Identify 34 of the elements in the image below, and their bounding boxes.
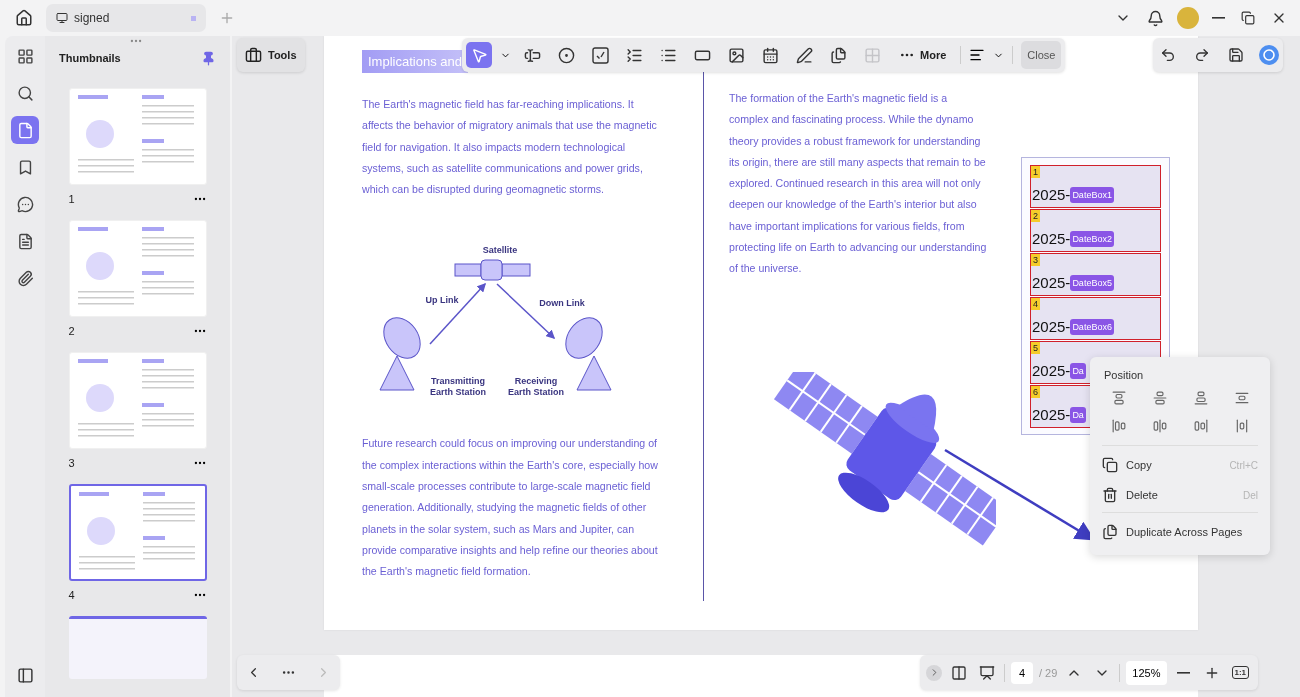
section-heading: Implications and [362, 50, 468, 73]
diagram-label: Satellite [481, 245, 519, 257]
field-number: 1 [1031, 166, 1040, 178]
field-name-tag: DateBox2 [1070, 231, 1114, 247]
field-name-tag: Da [1070, 407, 1086, 423]
diagram-label: Receiving Earth Station [507, 376, 565, 399]
field-number: 3 [1031, 254, 1040, 266]
page-number: 3 [68, 457, 75, 469]
date-value: 2025- [1032, 318, 1071, 335]
date-value: 2025- [1032, 406, 1071, 423]
date-value: 2025- [1032, 362, 1071, 379]
page-number: 1 [68, 193, 75, 205]
paragraph: The Earth's magnetic field has far-reaching implications. It affects the behavior of migratory animals that use the magnetic field for navigation. It also impacts modern technological systems, such as satellite communications and power grids, which can be disrupted during geomagnetic storms. [362, 97, 658, 198]
page-total: / 29 [1039, 666, 1058, 679]
field-number: 4 [1031, 298, 1040, 310]
diagram-label: Transmitting Earth Station [429, 376, 487, 399]
field-number: 2 [1031, 210, 1040, 222]
field-number: 5 [1031, 342, 1040, 354]
date-value: 2025- [1032, 186, 1071, 203]
page-number: 2 [68, 325, 75, 337]
field-name-tag: DateBox1 [1070, 187, 1114, 203]
paragraph: The formation of the Earth's magnetic field is a complex and fascinating process. While the dynamo theory provides a robust framework for understanding its origin, there are still many aspects that remain to be explored. Continued research in this area will not only deepen our knowledge of the Earth's interior but also have important implications for various fields, from protecting life on Earth to advancing our understanding of the universe. [729, 91, 987, 277]
page-number: 4 [68, 589, 75, 601]
diagram-label: Down Link [538, 298, 586, 310]
menu-title: Position [1104, 369, 1145, 381]
date-value: 2025- [1032, 230, 1071, 247]
field-name-tag: DateBox5 [1070, 275, 1114, 291]
paragraph: Future research could focus on improving our understanding of the complex interactions within the Earth's core, especially how small-scale processes contribute to large-scale magnetic field generation. Additionally, studying the magnetic fields of other planets in the solar system, such as Mars and Jupiter, can provide comparative insights and help refine our theories about the Earth's magnetic field formation. [362, 436, 659, 580]
field-name-tag: Da [1070, 363, 1086, 379]
field-number: 6 [1031, 386, 1040, 398]
date-value: 2025- [1032, 274, 1071, 291]
panel-title: Thumbnails [59, 52, 122, 64]
field-name-tag: DateBox6 [1070, 319, 1114, 335]
diagram-label: Up Link [424, 295, 460, 307]
